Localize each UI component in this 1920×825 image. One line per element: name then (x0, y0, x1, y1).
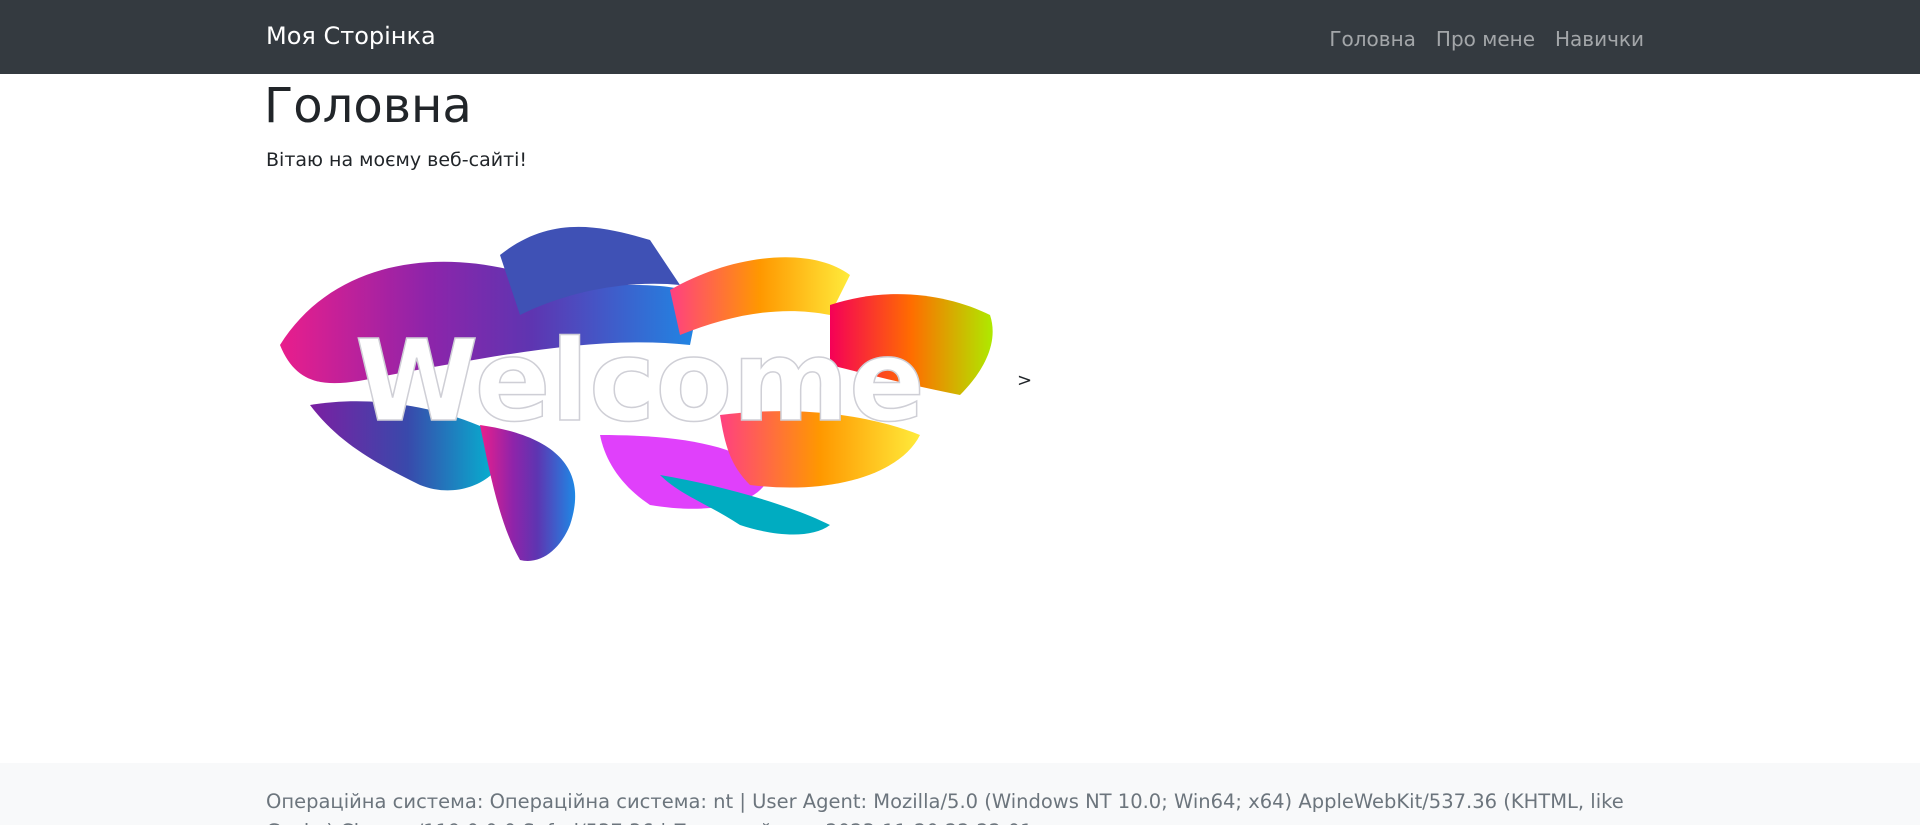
brand-link[interactable]: Моя Сторінка (266, 22, 436, 51)
svg-text:Welcome: Welcome (355, 317, 925, 447)
nav-link-skills[interactable]: Навички (1555, 27, 1644, 51)
nav-link-home[interactable]: Головна (1329, 27, 1416, 51)
stray-text: > (1017, 370, 1033, 391)
nav-link-about[interactable]: Про мене (1436, 27, 1535, 51)
welcome-text: Вітаю на моєму веб-сайті! (266, 149, 528, 171)
welcome-lettering: Welcome (354, 316, 925, 448)
footer: Операційна система: Операційна система: … (0, 763, 1920, 825)
nav-links: Головна Про мене Навички (1329, 27, 1644, 51)
welcome-image: Welcome (280, 226, 993, 561)
top-navbar: Моя Сторінка Головна Про мене Навички (0, 0, 1920, 74)
footer-system-info: Операційна система: Операційна система: … (266, 790, 1624, 825)
page-title: Головна (264, 78, 472, 134)
